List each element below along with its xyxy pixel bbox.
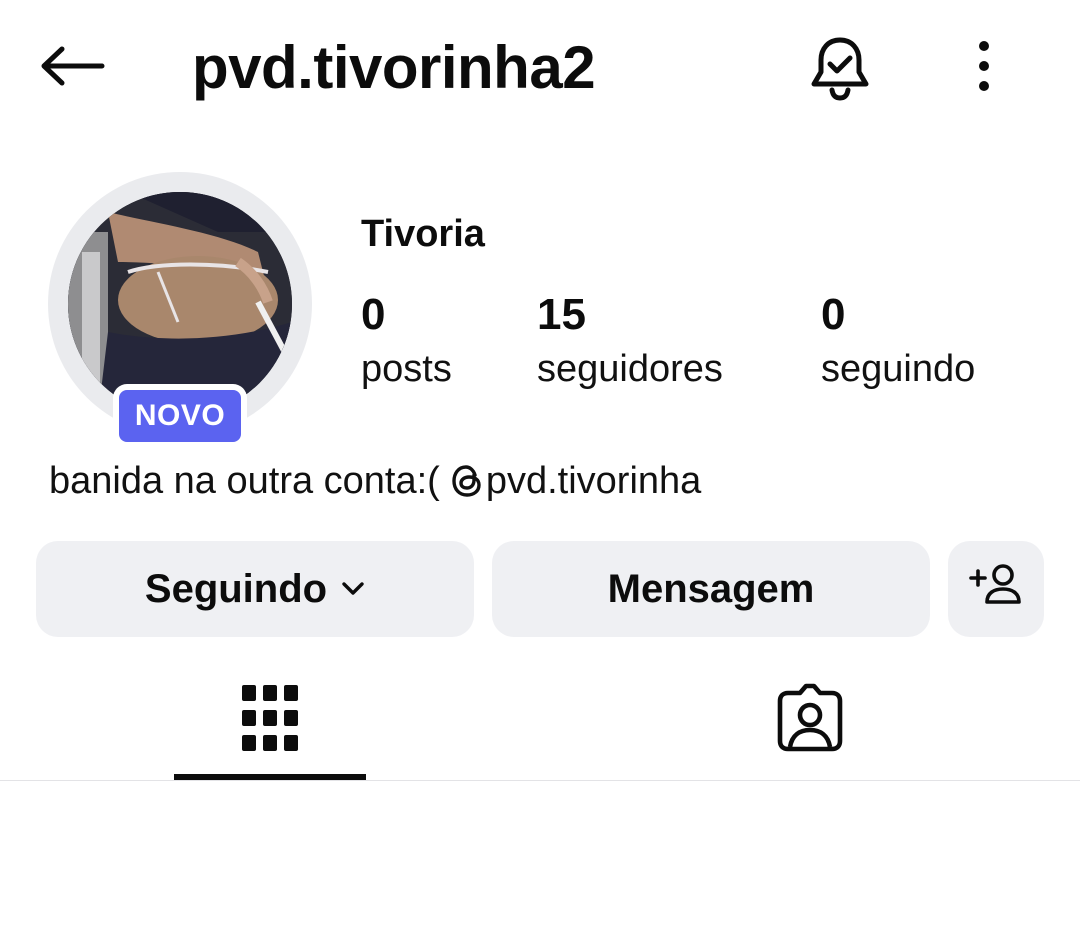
threads-icon [450,463,484,499]
posts-count: 0 [361,290,386,339]
tabs-divider [0,780,1080,781]
new-account-badge: NOVO [113,384,247,448]
more-options-button[interactable] [960,36,1008,100]
new-badge-label: NOVO [119,390,241,442]
tagged-person-icon [776,683,844,758]
display-name: Tivoria [361,213,485,255]
stat-posts[interactable]: 0 posts [361,288,452,396]
following-button[interactable]: Seguindo [36,541,474,637]
bio-mention-text: pvd.tivorinha [485,460,702,502]
followers-count: 15 [537,290,586,339]
profile-photo [68,192,292,416]
profile-bio: banida na outra conta:( pvd.tivorinha [49,456,701,506]
add-person-button[interactable] [948,541,1044,637]
posts-label: posts [361,348,452,390]
following-label: seguindo [821,348,976,390]
profile-screen: pvd.tivorinha2 NOVO Tivoria 0 posts 15 s… [0,0,1080,940]
following-count: 0 [821,290,846,339]
arrow-left-icon [38,46,106,91]
tab-tagged[interactable] [714,660,906,780]
bio-mention-link[interactable]: pvd.tivorinha [450,456,701,506]
tab-posts-grid[interactable] [174,660,366,780]
back-button[interactable] [34,40,110,96]
stat-following[interactable]: 0 seguindo [821,288,975,396]
more-vertical-icon [976,40,992,97]
stat-followers[interactable]: 15 seguidores [537,288,723,396]
bell-check-icon [808,34,872,107]
chevron-down-icon [341,581,365,597]
following-button-label: Seguindo [144,566,328,611]
profile-username: pvd.tivorinha2 [192,34,596,101]
add-person-icon [969,562,1023,616]
message-button[interactable]: Mensagem [492,541,930,637]
followers-label: seguidores [537,348,723,390]
grid-icon [242,684,298,756]
bio-text: banida na outra conta:( [49,460,440,502]
message-button-label: Mensagem [607,566,815,611]
top-bar: pvd.tivorinha2 [0,0,1080,140]
notifications-button[interactable] [800,30,880,110]
